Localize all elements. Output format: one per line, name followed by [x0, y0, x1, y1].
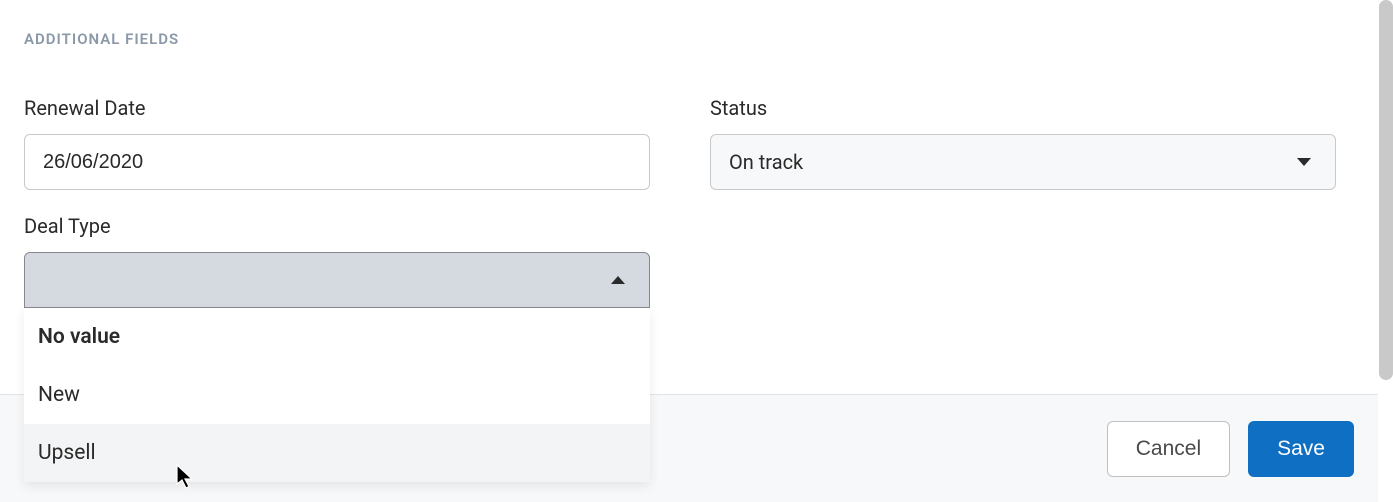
chevron-up-icon — [611, 276, 625, 284]
deal-type-option-upsell[interactable]: Upsell — [24, 424, 650, 482]
deal-type-option-new[interactable]: New — [24, 366, 650, 424]
scrollbar[interactable] — [1379, 0, 1393, 380]
chevron-down-icon — [1297, 158, 1311, 166]
status-select[interactable]: On track — [710, 134, 1336, 190]
renewal-date-input[interactable] — [24, 134, 650, 190]
section-heading: ADDITIONAL FIELDS — [24, 30, 1369, 48]
renewal-date-label: Renewal Date — [24, 96, 650, 120]
status-value: On track — [729, 150, 803, 174]
deal-type-label: Deal Type — [24, 214, 650, 238]
deal-type-dropdown: No value New Upsell — [24, 308, 650, 482]
deal-type-option-no-value[interactable]: No value — [24, 308, 650, 366]
cancel-button[interactable]: Cancel — [1107, 421, 1230, 477]
save-button[interactable]: Save — [1248, 421, 1354, 477]
deal-type-select[interactable] — [24, 252, 650, 308]
status-label: Status — [710, 96, 1336, 120]
